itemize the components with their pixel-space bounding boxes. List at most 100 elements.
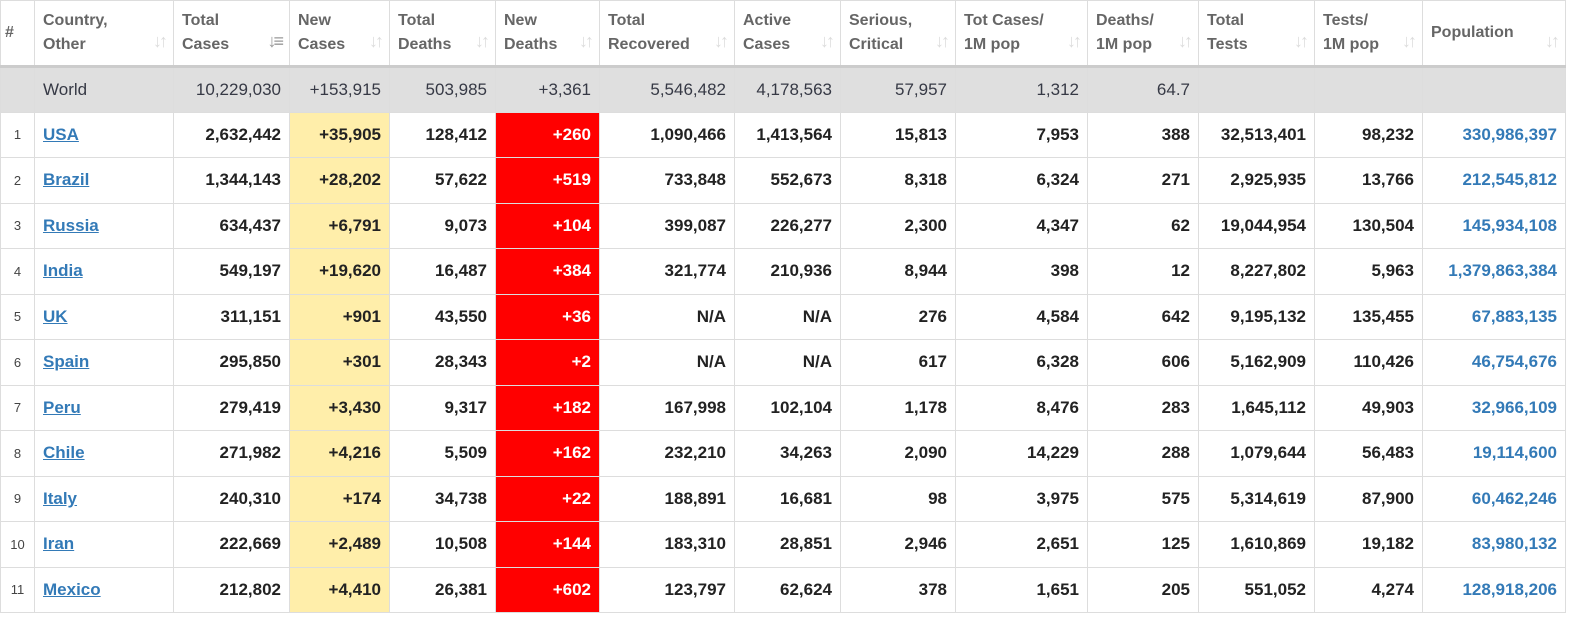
cell-total-cases: 549,197: [173, 248, 290, 295]
cell-active-cases: 28,851: [734, 521, 841, 568]
cell-total-tests: 19,044,954: [1198, 202, 1315, 249]
cell-country: Spain: [34, 339, 174, 386]
country-link[interactable]: Peru: [43, 398, 81, 417]
cell-total-cases: 240,310: [173, 475, 290, 522]
cell-deaths-per-1m: 125: [1087, 521, 1199, 568]
cell-population: 1,379,863,384: [1422, 248, 1566, 295]
sort-icon[interactable]: ↓↑: [153, 29, 168, 53]
cell-deaths-per-1m: 271: [1087, 157, 1199, 204]
column-header-rank: #: [0, 0, 35, 68]
cell-total-cases: 634,437: [173, 202, 290, 249]
column-header-country[interactable]: Country, Other ↓↑: [34, 0, 174, 68]
cell-population: 330,986,397: [1422, 111, 1566, 158]
country-link[interactable]: India: [43, 261, 83, 280]
cell-total-deaths: 10,508: [389, 521, 496, 568]
country-link[interactable]: UK: [43, 307, 68, 326]
cell-rank: 11: [0, 566, 35, 613]
column-header-active-cases[interactable]: Active Cases ↓↑: [734, 0, 841, 68]
sort-icon[interactable]: ↓↑: [1545, 29, 1560, 53]
table-row: 3 Russia 634,437 +6,791 9,073 +104 399,087 226,…: [0, 202, 1566, 249]
sort-icon[interactable]: ↓↑: [475, 29, 490, 53]
column-header-tests-per-1m[interactable]: Tests/ 1M pop ↓↑: [1314, 0, 1423, 68]
cell-total-deaths: 34,738: [389, 475, 496, 522]
cell-rank: 5: [0, 293, 35, 340]
cell-total-deaths: 128,412: [389, 111, 496, 158]
column-header-total-cases[interactable]: Total Cases ↓≡: [173, 0, 290, 68]
sort-icon[interactable]: ↓↑: [935, 29, 950, 53]
cell-total-cases: 295,850: [173, 339, 290, 386]
country-link[interactable]: Mexico: [43, 580, 101, 599]
country-link[interactable]: USA: [43, 125, 79, 144]
table-body: World 10,229,030 +153,915 503,985 +3,361 5,54…: [0, 66, 1566, 613]
cell-tests-per-1m: 19,182: [1314, 521, 1423, 568]
cell-cases-per-1m: 4,347: [955, 202, 1088, 249]
column-header-population[interactable]: Population ↓↑: [1422, 0, 1566, 68]
cell-total-cases: 212,802: [173, 566, 290, 613]
cell-total-tests: 1,645,112: [1198, 384, 1315, 431]
cell-cases-per-1m: 6,328: [955, 339, 1088, 386]
sort-icon[interactable]: ↓↑: [579, 29, 594, 53]
column-header-label: Tests/ 1M pop: [1323, 12, 1379, 53]
cell-total-tests: 32,513,401: [1198, 111, 1315, 158]
cell-population: 67,883,135: [1422, 293, 1566, 340]
sort-icon[interactable]: ↓↑: [1067, 29, 1082, 53]
table-row: 7 Peru 279,419 +3,430 9,317 +182 167,998 102,10…: [0, 384, 1566, 431]
cell-tests-per-1m: 110,426: [1314, 339, 1423, 386]
cell-new-cases: +19,620: [289, 248, 390, 295]
cell-rank: 4: [0, 248, 35, 295]
cell-country: Chile: [34, 430, 174, 477]
cell-total-tests: [1198, 66, 1315, 113]
cell-rank: 8: [0, 430, 35, 477]
cell-active-cases: 102,104: [734, 384, 841, 431]
column-header-new-deaths[interactable]: New Deaths ↓↑: [495, 0, 600, 68]
sort-icon[interactable]: ↓↑: [1294, 29, 1309, 53]
column-header-deaths-per-1m[interactable]: Deaths/ 1M pop ↓↑: [1087, 0, 1199, 68]
country-link[interactable]: Iran: [43, 534, 74, 553]
cell-country: Iran: [34, 521, 174, 568]
sort-icon[interactable]: ↓↑: [369, 29, 384, 53]
cell-serious-critical: 1,178: [840, 384, 956, 431]
cell-deaths-per-1m: 575: [1087, 475, 1199, 522]
sort-icon[interactable]: ↓↑: [1178, 29, 1193, 53]
column-header-label: Tot Cases/ 1M pop: [964, 12, 1044, 53]
column-header-total-tests[interactable]: Total Tests ↓↑: [1198, 0, 1315, 68]
header-row: # Country, Other ↓↑ Total Cases ↓≡ New Cases ↓…: [0, 0, 1566, 68]
sort-icon[interactable]: ↓≡: [267, 29, 283, 53]
country-link[interactable]: Italy: [43, 489, 77, 508]
cell-active-cases: 34,263: [734, 430, 841, 477]
country-link[interactable]: Chile: [43, 443, 85, 462]
sort-icon[interactable]: ↓↑: [1402, 29, 1417, 53]
column-header-new-cases[interactable]: New Cases ↓↑: [289, 0, 390, 68]
cell-total-tests: 9,195,132: [1198, 293, 1315, 340]
cell-serious-critical: 276: [840, 293, 956, 340]
cell-country: Russia: [34, 202, 174, 249]
column-header-cases-per-1m[interactable]: Tot Cases/ 1M pop ↓↑: [955, 0, 1088, 68]
cell-total-deaths: 57,622: [389, 157, 496, 204]
cell-deaths-per-1m: 388: [1087, 111, 1199, 158]
cell-cases-per-1m: 14,229: [955, 430, 1088, 477]
table-row: 2 Brazil 1,344,143 +28,202 57,622 +519 733,848…: [0, 157, 1566, 204]
column-header-serious-critical[interactable]: Serious, Critical ↓↑: [840, 0, 956, 68]
cell-new-deaths: +162: [495, 430, 600, 477]
country-link[interactable]: Brazil: [43, 170, 89, 189]
cell-total-recovered: 188,891: [599, 475, 735, 522]
cell-deaths-per-1m: 62: [1087, 202, 1199, 249]
column-header-label: Active Cases: [743, 12, 792, 53]
cell-deaths-per-1m: 283: [1087, 384, 1199, 431]
cell-total-recovered: 733,848: [599, 157, 735, 204]
cell-tests-per-1m: 135,455: [1314, 293, 1423, 340]
country-link[interactable]: Spain: [43, 352, 89, 371]
cell-population: 19,114,600: [1422, 430, 1566, 477]
country-link[interactable]: Russia: [43, 216, 99, 235]
cell-serious-critical: 2,946: [840, 521, 956, 568]
cell-rank: 9: [0, 475, 35, 522]
cell-active-cases: 4,178,563: [734, 66, 841, 113]
sort-icon[interactable]: ↓↑: [714, 29, 729, 53]
cell-total-cases: 10,229,030: [173, 66, 290, 113]
column-header-total-deaths[interactable]: Total Deaths ↓↑: [389, 0, 496, 68]
cell-cases-per-1m: 4,584: [955, 293, 1088, 340]
column-header-total-recovered[interactable]: Total Recovered ↓↑: [599, 0, 735, 68]
sort-icon[interactable]: ↓↑: [820, 29, 835, 53]
cell-total-recovered: 123,797: [599, 566, 735, 613]
cell-cases-per-1m: 1,651: [955, 566, 1088, 613]
